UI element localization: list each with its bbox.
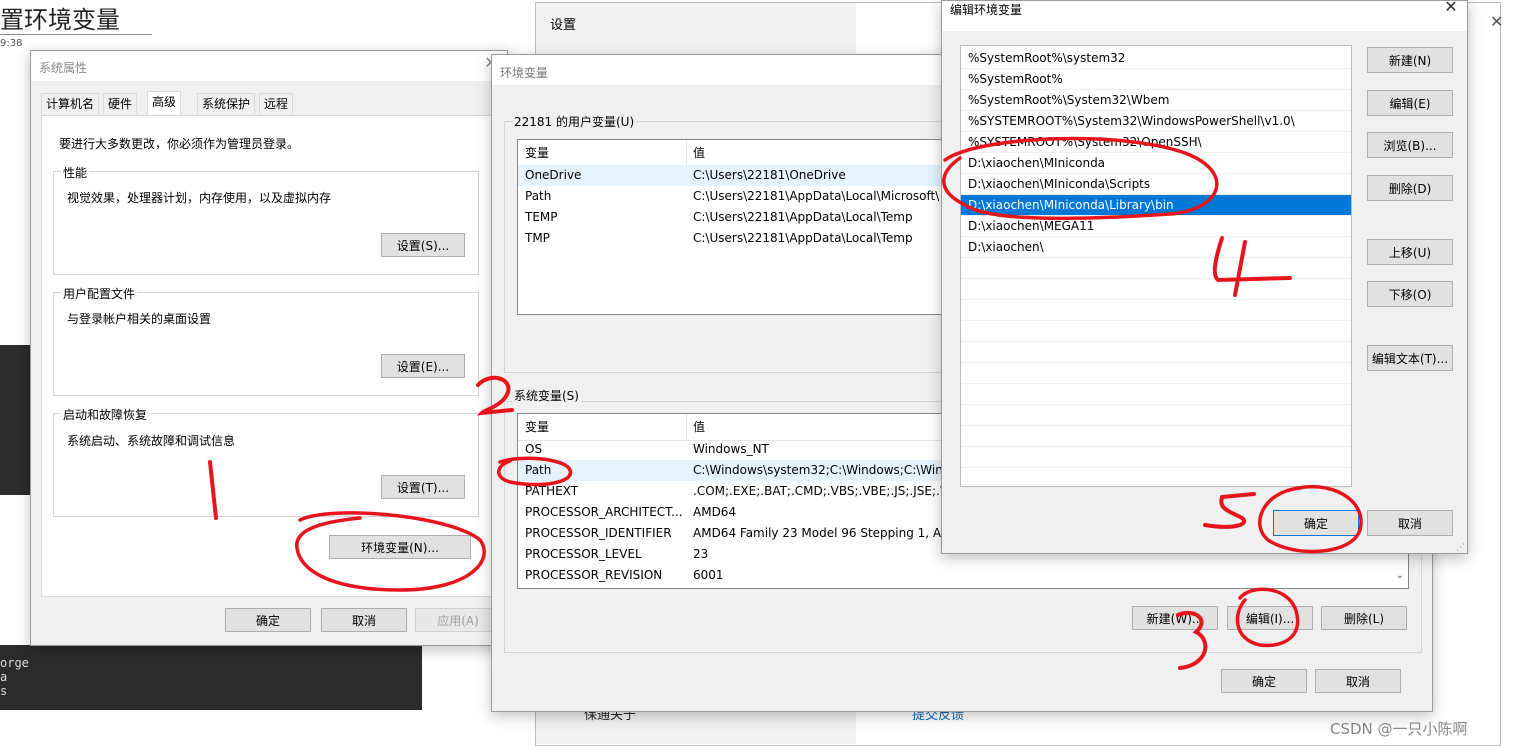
red-annotations bbox=[208, 136, 1363, 670]
annotation-circle-edit bbox=[1235, 587, 1300, 648]
annotation-digit-5 bbox=[1203, 492, 1256, 529]
annotation-digit-2 bbox=[476, 375, 514, 416]
annotation-circle-ok bbox=[1258, 484, 1363, 554]
annotation-circle-env-button bbox=[295, 511, 486, 592]
annotation-digit-1 bbox=[208, 460, 218, 520]
annotation-circle-path bbox=[497, 456, 572, 487]
annotation-circle-paths bbox=[942, 136, 1219, 221]
annotation-digit-3 bbox=[1176, 611, 1208, 670]
annotation-digit-4 bbox=[1212, 236, 1292, 297]
